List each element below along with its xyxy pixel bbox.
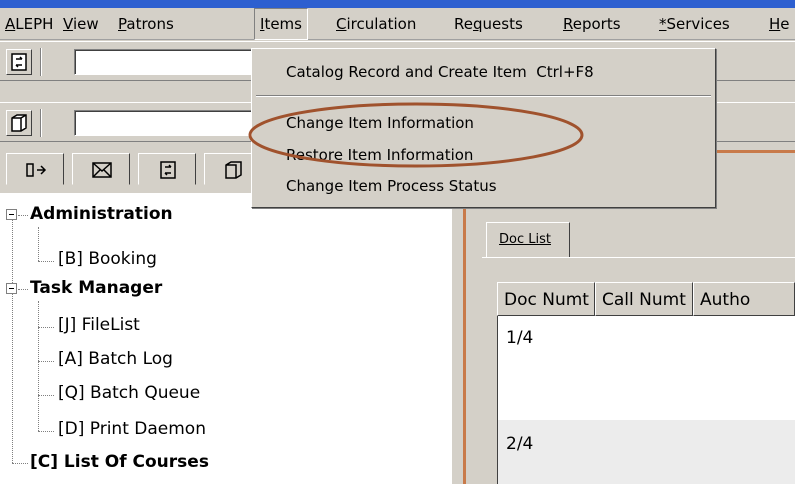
column-doc-number[interactable]: Doc Numt [497,282,595,316]
menu-circulation[interactable]: Circulation [331,8,421,40]
row-counter: 2/4 [506,434,534,454]
tree-node-print-daemon[interactable]: [D] Print Daemon [58,419,206,439]
tab-navigate[interactable] [6,153,64,185]
items-dropdown-menu: Catalog Record and Create Item Ctrl+F8 C… [251,48,716,208]
menu-item-change-item-process-status[interactable]: Change Item Process Status [286,177,497,195]
menu-services[interactable]: *Services [654,8,735,40]
navigate-icon [26,163,47,177]
row-counter: 1/4 [506,328,534,348]
toolbar-separator [40,48,42,76]
table-row[interactable]: 2/4 [498,420,795,484]
refresh-icon [11,53,27,71]
tree-connector [38,327,54,328]
document-icon [11,114,27,132]
menu-reports[interactable]: Reports [558,8,626,40]
tree-node-booking[interactable]: [B] Booking [58,249,157,269]
mail-icon [92,162,112,178]
menu-patrons[interactable]: Patrons [113,8,179,40]
tree-node-batch-log[interactable]: [A] Batch Log [58,349,173,369]
tree-connector [18,289,28,290]
refresh-icon [160,161,176,179]
menu-help[interactable]: He [764,8,795,40]
menu-item-restore-item-information[interactable]: Restore Item Information [286,146,473,164]
menu-items[interactable]: Items [254,8,308,40]
menu-view[interactable]: View [58,8,104,40]
tree-node-batch-queue[interactable]: [Q] Batch Queue [58,383,200,403]
menu-item-change-item-information[interactable]: Change Item Information [286,114,474,132]
document-icon [225,161,242,179]
aleph-window: ALEPH View Patrons Items Circulation Req… [0,0,795,484]
doc-grid: 1/4 2/4 [497,316,795,484]
tree-connector [38,431,54,432]
menu-requests[interactable]: Requests [449,8,528,40]
tree-connector [12,463,28,464]
toolbar-separator [40,109,42,137]
menu-bar: ALEPH View Patrons Items Circulation Req… [0,8,795,40]
grid-header: Doc Numt Call Numt Autho [497,282,795,316]
tree-connector [38,261,54,262]
column-call-number[interactable]: Call Numt [595,282,693,316]
tree-node-task-manager[interactable]: Task Manager [30,278,162,298]
menu-item-catalog-record[interactable]: Catalog Record and Create Item Ctrl+F8 [286,63,594,81]
menu-separator [256,95,711,97]
tree-connector [38,227,39,261]
tree-connector [38,361,54,362]
tree-connector [18,215,28,216]
tree-node-list-of-courses[interactable]: [C] List Of Courses [30,452,209,472]
menu-aleph[interactable]: ALEPH [0,8,58,40]
collapse-task-manager-icon[interactable] [6,283,17,294]
title-bar [0,0,795,8]
tree-connector [12,215,13,463]
tree-node-administration[interactable]: Administration [30,204,173,224]
shortcut-label: Ctrl+F8 [536,63,594,81]
tree-connector [38,395,54,396]
collapse-administration-icon[interactable] [6,209,17,220]
refresh-button[interactable] [6,49,32,75]
tab-refresh[interactable] [138,153,196,185]
tree-node-filelist[interactable]: [J] FileList [58,315,140,335]
table-row[interactable]: 1/4 [498,316,795,420]
tree-connector [38,301,39,431]
column-author[interactable]: Autho [693,282,795,316]
tab-doc-list[interactable]: Doc List [486,222,570,258]
document-button[interactable] [6,110,32,136]
task-tree: Administration [B] Booking Task Manager … [0,193,452,484]
tab-mail[interactable] [72,153,130,185]
